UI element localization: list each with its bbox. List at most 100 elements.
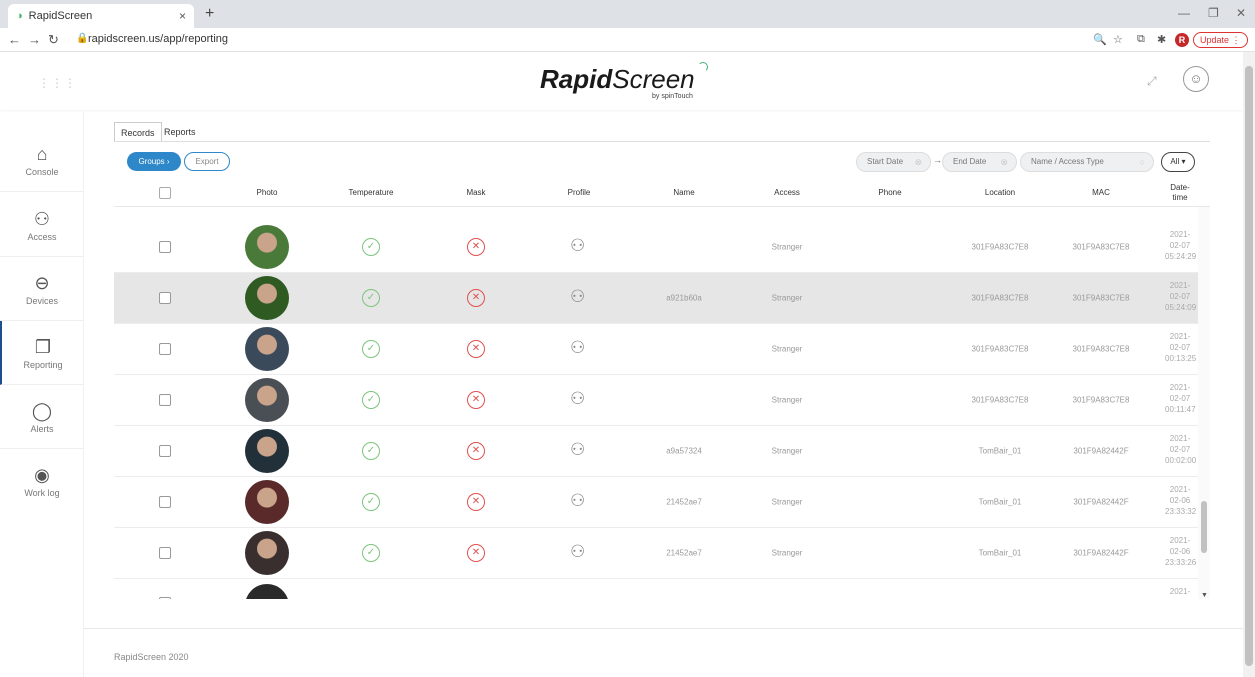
sidebar-item-devices[interactable]: ⊖ Devices (0, 257, 84, 321)
profile-avatar[interactable]: R (1175, 33, 1189, 47)
reload-icon[interactable]: ↻ (48, 32, 59, 48)
sidebar-item-alerts[interactable]: ◯ Alerts (0, 385, 84, 449)
name-access-search-input[interactable]: Name / Access Type ○ (1020, 152, 1154, 172)
mask-missing-icon: ✕ (467, 442, 485, 460)
header-mask[interactable]: Mask (466, 188, 485, 197)
photo-thumbnail[interactable] (245, 378, 289, 422)
table-row[interactable]: ✓ ✕ ⚇ a9a57324 Stranger TomBair_01 301F9A82442… (114, 426, 1210, 477)
sidebar-item-console[interactable]: ⌂ Console (0, 128, 84, 192)
restore-icon[interactable]: ❐ (1208, 6, 1219, 20)
header-mac[interactable]: MAC (1092, 188, 1110, 197)
all-filter-dropdown[interactable]: All ▾ (1161, 152, 1195, 172)
table-row[interactable]: ✓ ✕ ⚇ Stranger 301F9A83C7E8 301F9A83C7E8 2021-… (114, 375, 1210, 426)
scroll-down-icon[interactable]: ▼ (1201, 592, 1208, 599)
close-tab-icon[interactable]: × (179, 9, 186, 23)
clear-icon[interactable]: ⊗ (1000, 153, 1008, 171)
page-scrollbar-thumb[interactable] (1245, 66, 1253, 666)
location-cell: 301F9A83C7E8 (971, 242, 1029, 252)
header-datetime[interactable]: Date- time (1165, 183, 1195, 203)
header-temperature[interactable]: Temperature (349, 188, 394, 197)
tab-reports[interactable]: Reports (158, 122, 202, 142)
photo-thumbnail[interactable] (245, 480, 289, 524)
browser-tab[interactable]: ◑ RapidScreen × (8, 4, 194, 28)
new-tab-icon[interactable]: + (205, 5, 214, 23)
photo-thumbnail[interactable] (245, 531, 289, 575)
sidebar-item-reporting[interactable]: ❐ Reporting (0, 321, 84, 385)
extension-icon[interactable]: ⧉ (1137, 33, 1145, 46)
row-checkbox[interactable] (159, 547, 171, 559)
row-checkbox[interactable] (159, 445, 171, 457)
mask-missing-icon: ✕ (467, 391, 485, 409)
window-close-icon[interactable]: ✕ (1236, 6, 1246, 20)
header-access[interactable]: Access (774, 188, 800, 197)
table-row[interactable]: ✓ ✕ ⚇ a921b60a Stranger 301F9A83C7E8 301F9A83C… (114, 273, 1210, 324)
logo: RapidScreen by spinTouch (540, 62, 710, 104)
photo-thumbnail[interactable] (245, 429, 289, 473)
header-phone[interactable]: Phone (878, 188, 901, 197)
profile-icon[interactable]: ⚇ (570, 338, 585, 358)
tab-title: RapidScreen (28, 10, 93, 22)
tab-records[interactable]: Records (114, 122, 162, 142)
sidebar-item-worklog[interactable]: ◉ Work log (0, 449, 84, 513)
page-scrollbar[interactable] (1243, 52, 1255, 677)
menu-grid-icon[interactable]: ⋮⋮⋮ (38, 76, 77, 90)
url-field[interactable]: rapidscreen.us/app/reporting (88, 33, 228, 45)
photo-thumbnail[interactable] (245, 225, 289, 269)
table-row[interactable]: ✓ ✕ ⚇ 21452ae7 Stranger TomBair_01 301F9A82442… (114, 477, 1210, 528)
row-checkbox[interactable] (159, 394, 171, 406)
puzzle-icon[interactable]: ✱ (1157, 33, 1166, 46)
sidebar-item-access[interactable]: ⚇ Access (0, 193, 84, 257)
row-checkbox[interactable] (159, 343, 171, 355)
location-cell: TomBair_01 (978, 497, 1022, 507)
select-all-checkbox[interactable] (159, 187, 171, 199)
header-profile[interactable]: Profile (568, 188, 591, 197)
header-photo[interactable]: Photo (257, 188, 278, 197)
search-icon[interactable]: ○ (1140, 153, 1145, 171)
temperature-ok-icon: ✓ (362, 442, 380, 460)
device-icon: ⊖ (34, 273, 50, 293)
end-date-placeholder: End Date (953, 157, 987, 166)
bookmark-star-icon[interactable]: ☆ (1113, 33, 1123, 46)
location-cell: 301F9A83C7E8 (971, 344, 1029, 354)
row-checkbox[interactable] (159, 597, 171, 599)
end-date-input[interactable]: End Date ⊗ (942, 152, 1017, 172)
row-checkbox[interactable] (159, 496, 171, 508)
groups-button[interactable]: Groups › (127, 152, 181, 171)
profile-icon[interactable]: ⚇ (570, 389, 585, 409)
export-button[interactable]: Export (184, 152, 230, 171)
minimize-icon[interactable]: — (1178, 6, 1190, 20)
back-icon[interactable]: ← (8, 32, 21, 47)
row-checkbox[interactable] (159, 241, 171, 253)
location-cell: 301F9A83C7E8 (971, 293, 1029, 303)
house-icon: ⌂ (36, 144, 48, 164)
profile-icon[interactable]: ⚇ (570, 491, 585, 511)
profile-icon[interactable]: ⚇ (570, 542, 585, 562)
photo-thumbnail[interactable] (245, 584, 289, 599)
user-account-icon[interactable]: ☺ (1183, 66, 1209, 92)
logo-arc-icon (698, 62, 708, 72)
zoom-icon[interactable]: 🔍 (1093, 33, 1107, 46)
table-row[interactable]: 2021- (114, 581, 1210, 599)
photo-thumbnail[interactable] (245, 327, 289, 371)
photo-thumbnail[interactable] (245, 276, 289, 320)
start-date-input[interactable]: Start Date ⊗ (856, 152, 931, 172)
access-cell: Stranger (771, 395, 803, 405)
forward-icon[interactable]: → (28, 32, 41, 47)
row-checkbox[interactable] (159, 292, 171, 304)
footer-text: RapidScreen 2020 (114, 652, 189, 662)
header-location[interactable]: Location (985, 188, 1015, 197)
profile-icon[interactable]: ⚇ (570, 440, 585, 460)
fullscreen-icon[interactable]: ⤢ (1147, 74, 1157, 89)
table-row[interactable]: ✓ ✕ ⚇ Stranger 301F9A83C7E8 301F9A83C7E8 2021-… (114, 324, 1210, 375)
update-button[interactable]: Update ⋮ (1193, 32, 1248, 48)
table-row[interactable]: ✓ ✕ ⚇ Stranger 301F9A83C7E8 301F9A83C7E8 2021-… (114, 222, 1210, 273)
clear-icon[interactable]: ⊗ (914, 153, 922, 171)
sidebar-item-label: Work log (24, 488, 60, 498)
header-name[interactable]: Name (673, 188, 694, 197)
scrollbar-thumb[interactable] (1201, 501, 1207, 553)
table-scrollbar[interactable]: ▲ ▼ (1198, 181, 1210, 599)
temperature-ok-icon: ✓ (362, 544, 380, 562)
table-row[interactable]: ✓ ✕ ⚇ 21452ae7 Stranger TomBair_01 301F9A82442… (114, 528, 1210, 579)
profile-icon[interactable]: ⚇ (570, 287, 585, 307)
profile-icon[interactable]: ⚇ (570, 236, 585, 256)
